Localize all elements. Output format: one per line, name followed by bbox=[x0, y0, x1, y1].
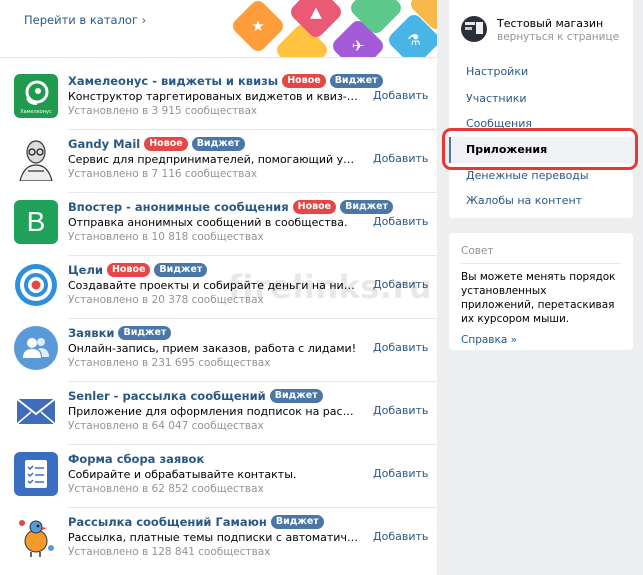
group-avatar[interactable] bbox=[461, 16, 487, 42]
checklist-icon bbox=[14, 452, 58, 496]
chameleon-icon-caption: Хамелеонус bbox=[20, 109, 52, 115]
add-app-button[interactable]: Добавить bbox=[373, 530, 428, 543]
bird-icon bbox=[14, 515, 58, 559]
app-description: Рассылка, платные темы подписки с автома… bbox=[68, 531, 358, 544]
new-badge: Новое bbox=[292, 200, 337, 214]
letter-b-icon: B bbox=[14, 200, 58, 244]
app-row[interactable]: Рассылка сообщений Гамаюн Виджет Рассылк… bbox=[0, 508, 437, 571]
apps-catalog-panel: Перейти в каталог › ★ ▲ ✈ ⚗ Хамелеонус Х… bbox=[0, 0, 437, 575]
avatar-logo-part bbox=[476, 22, 483, 34]
app-title-row: Gandy Mail Новое Виджет bbox=[68, 137, 245, 151]
app-title[interactable]: Впостер - анонимные сообщения bbox=[68, 200, 289, 214]
app-installs: Установлено в 3 915 сообществах bbox=[68, 105, 258, 117]
tip-block: Совет Вы можете менять порядок установле… bbox=[449, 233, 633, 350]
widget-badge: Виджет bbox=[269, 389, 323, 403]
widget-badge: Виджет bbox=[154, 263, 208, 277]
add-app-button[interactable]: Добавить bbox=[373, 89, 428, 102]
catalog-link[interactable]: Перейти в каталог › bbox=[24, 13, 146, 27]
letter-b-glyph: B bbox=[26, 206, 46, 237]
app-title-row: Впостер - анонимные сообщения Новое Видж… bbox=[68, 200, 394, 214]
widget-badge: Виджет bbox=[270, 515, 324, 529]
app-installs: Установлено в 64 047 сообществах bbox=[68, 420, 264, 432]
menu-item-members[interactable]: Участники bbox=[449, 86, 633, 112]
app-title[interactable]: Форма сбора заявок bbox=[68, 452, 204, 466]
flask-icon: ⚗ bbox=[407, 31, 421, 49]
help-link[interactable]: Справка » bbox=[461, 334, 621, 346]
app-row[interactable]: Gandy Mail Новое Виджет Сервис для предп… bbox=[0, 130, 437, 193]
app-installs: Установлено в 62 852 сообществах bbox=[68, 483, 264, 495]
app-title[interactable]: Заявки bbox=[68, 326, 114, 340]
add-app-button[interactable]: Добавить bbox=[373, 341, 428, 354]
app-title-row: Senler - рассылка сообщений Виджет bbox=[68, 389, 323, 403]
menu-item-content-reports[interactable]: Жалобы на контент bbox=[449, 188, 633, 214]
back-to-page-link[interactable]: вернуться к странице bbox=[497, 31, 619, 43]
rocket-icon: ✈ bbox=[351, 37, 365, 55]
boot-icon: ▲ bbox=[310, 3, 322, 21]
app-title-row: Форма сбора заявок bbox=[68, 452, 204, 466]
chameleon-icon: Хамелеонус bbox=[14, 74, 58, 118]
app-row[interactable]: Форма сбора заявок Собирайте и обрабатыв… bbox=[0, 445, 437, 508]
envelope-icon bbox=[14, 389, 58, 433]
target-icon bbox=[14, 263, 58, 307]
avatar-logo-part bbox=[465, 22, 475, 25]
app-installs: Установлено в 10 818 сообществах bbox=[68, 231, 264, 243]
avatar-logo-part bbox=[465, 27, 472, 30]
group-name[interactable]: Тестовый магазин bbox=[497, 17, 603, 30]
app-row[interactable]: Senler - рассылка сообщений Виджет Прило… bbox=[0, 382, 437, 445]
tip-title: Совет bbox=[461, 245, 621, 264]
add-app-button[interactable]: Добавить bbox=[373, 467, 428, 480]
new-badge: Новое bbox=[282, 74, 326, 88]
app-title-row: Заявки Виджет bbox=[68, 326, 172, 340]
app-title-row: Хамелеонус - виджеты и квизы Новое Видже… bbox=[68, 74, 383, 88]
app-description: Сервис для предпринимателей, помогающий … bbox=[68, 153, 358, 166]
app-description: Онлайн-запись, прием заказов, работа с л… bbox=[68, 342, 357, 355]
app-title[interactable]: Gandy Mail bbox=[68, 137, 140, 151]
star-icon: ★ bbox=[251, 17, 265, 35]
gandhi-portrait-icon bbox=[14, 137, 58, 181]
app-installs: Установлено в 231 695 сообществах bbox=[68, 357, 271, 369]
add-app-button[interactable]: Добавить bbox=[373, 215, 428, 228]
app-description: Отправка анонимных сообщений в сообществ… bbox=[68, 216, 348, 229]
app-title[interactable]: Senler - рассылка сообщений bbox=[68, 389, 266, 403]
app-title[interactable]: Хамелеонус - виджеты и квизы bbox=[68, 74, 278, 88]
app-row[interactable]: Заявки Виджет Онлайн-запись, прием заказ… bbox=[0, 319, 437, 382]
app-row[interactable]: Хамелеонус Хамелеонус - виджеты и квизы … bbox=[0, 67, 437, 130]
add-app-button[interactable]: Добавить bbox=[373, 404, 428, 417]
app-description: Конструктор таргетированых виджетов и кв… bbox=[68, 90, 358, 103]
catalog-banner: Перейти в каталог › ★ ▲ ✈ ⚗ bbox=[0, 0, 437, 58]
app-installs: Установлено в 128 841 сообществах bbox=[68, 546, 271, 558]
app-installs: Установлено в 7 116 сообществах bbox=[68, 168, 258, 180]
community-menu: Тестовый магазин вернуться к странице На… bbox=[449, 0, 633, 218]
watermark-text: firelinks.ru bbox=[228, 268, 433, 306]
new-badge: Новое bbox=[106, 263, 151, 277]
highlight-frame bbox=[442, 128, 638, 170]
app-title[interactable]: Рассылка сообщений Гамаюн bbox=[68, 515, 267, 529]
widget-badge: Виджет bbox=[191, 137, 245, 151]
people-icon bbox=[14, 326, 58, 370]
app-row[interactable]: B Впостер - анонимные сообщения Новое Ви… bbox=[0, 193, 437, 256]
tip-text: Вы можете менять порядок установленных п… bbox=[461, 271, 616, 325]
widget-badge: Виджет bbox=[118, 326, 172, 340]
app-title-row: Цели Новое Виджет bbox=[68, 263, 208, 277]
app-description: Приложение для оформления подписок на ра… bbox=[68, 405, 358, 418]
widget-badge: Виджет bbox=[340, 200, 394, 214]
app-description: Собирайте и обрабатывайте контакты. bbox=[68, 468, 297, 481]
widget-badge: Виджет bbox=[329, 74, 383, 88]
new-badge: Новое bbox=[144, 137, 188, 151]
banner-tiles: ★ ▲ ✈ ⚗ bbox=[220, 0, 437, 57]
app-title-row: Рассылка сообщений Гамаюн Виджет bbox=[68, 515, 324, 529]
app-title[interactable]: Цели bbox=[68, 263, 103, 277]
add-app-button[interactable]: Добавить bbox=[373, 152, 428, 165]
menu-item-settings[interactable]: Настройки bbox=[449, 59, 633, 85]
apps-list: Хамелеонус Хамелеонус - виджеты и квизы … bbox=[0, 67, 437, 571]
